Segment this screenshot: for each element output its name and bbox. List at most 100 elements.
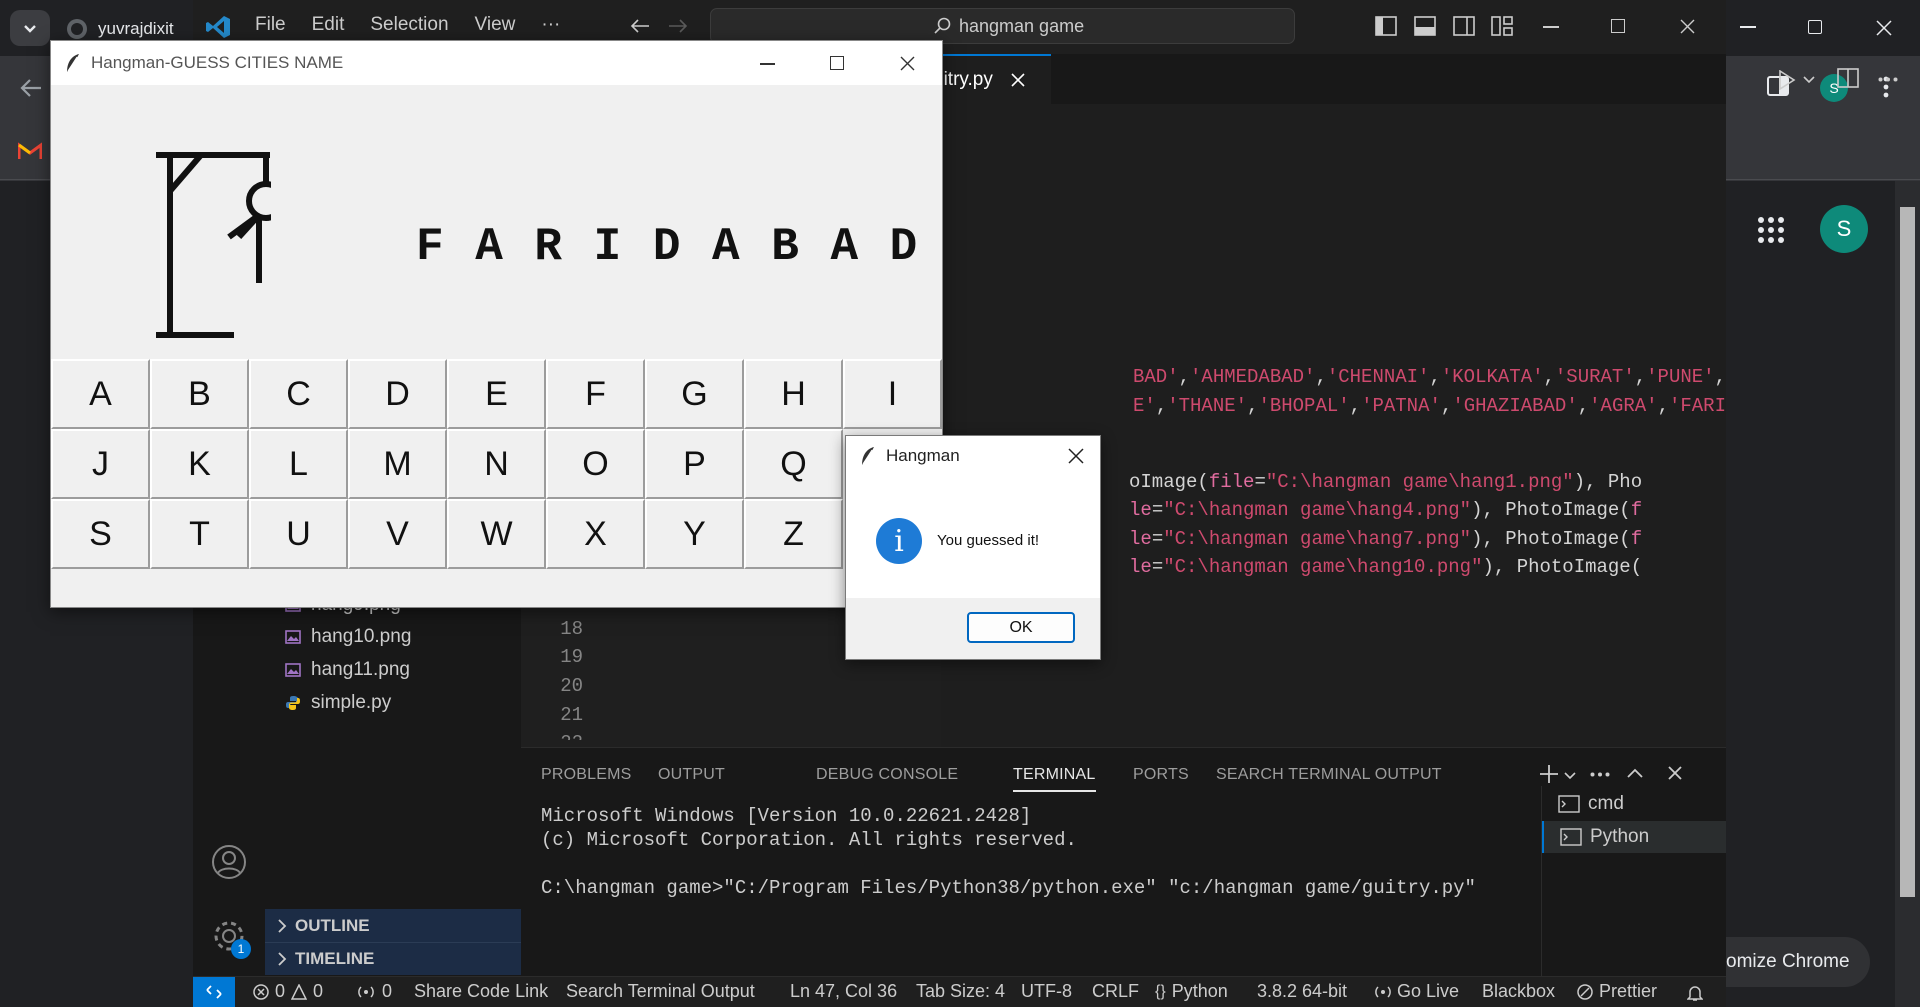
toggle-secondary-sidebar-icon[interactable] bbox=[1453, 16, 1475, 36]
gmail-icon[interactable] bbox=[18, 142, 42, 160]
profile-avatar-large[interactable]: S bbox=[1820, 205, 1868, 253]
ports-status[interactable]: 0 bbox=[356, 981, 392, 1002]
letter-key-k[interactable]: K bbox=[150, 429, 249, 499]
command-center-search[interactable]: hangman game bbox=[710, 8, 1295, 44]
dialog-close-icon[interactable] bbox=[1068, 448, 1084, 464]
menu-file[interactable]: File bbox=[255, 14, 286, 36]
python-interpreter[interactable]: 3.8.2 64-bit bbox=[1257, 981, 1347, 1002]
letter-key-z[interactable]: Z bbox=[744, 499, 843, 569]
vscode-close-icon[interactable] bbox=[1680, 19, 1695, 34]
chrome-restore-button[interactable] bbox=[1808, 20, 1822, 34]
code-token: le bbox=[1129, 499, 1152, 521]
letter-key-u[interactable]: U bbox=[249, 499, 348, 569]
file-item[interactable]: hang10.png bbox=[285, 626, 411, 648]
new-terminal-icon[interactable] bbox=[1539, 764, 1559, 784]
toggle-panel-icon[interactable] bbox=[1414, 16, 1436, 36]
page-scrollbar[interactable] bbox=[1895, 181, 1920, 1007]
language-mode[interactable]: {} Python bbox=[1155, 981, 1228, 1002]
chrome-minimize-button[interactable] bbox=[1740, 26, 1756, 28]
editor-more-icon[interactable] bbox=[1878, 77, 1898, 82]
notifications-bell-icon[interactable] bbox=[1687, 984, 1703, 1002]
panel-tab-search-terminal-output[interactable]: SEARCH TERMINAL OUTPUT bbox=[1216, 766, 1442, 784]
file-item[interactable]: hang11.png bbox=[285, 659, 410, 681]
terminal-dropdown-icon[interactable] bbox=[1564, 772, 1576, 780]
outline-section[interactable]: OUTLINE bbox=[265, 909, 521, 942]
nav-back-icon[interactable] bbox=[630, 18, 650, 34]
customize-layout-icon[interactable] bbox=[1491, 16, 1513, 36]
panel-tab-output[interactable]: OUTPUT bbox=[658, 766, 725, 784]
letter-key-w[interactable]: W bbox=[447, 499, 546, 569]
letter-key-y[interactable]: Y bbox=[645, 499, 744, 569]
letter-key-j[interactable]: J bbox=[51, 429, 150, 499]
chrome-close-icon[interactable] bbox=[1876, 20, 1892, 36]
cursor-position[interactable]: Ln 47, Col 36 bbox=[790, 981, 897, 1002]
menu-view[interactable]: View bbox=[475, 14, 516, 36]
toggle-primary-sidebar-icon[interactable] bbox=[1375, 16, 1397, 36]
terminal-item[interactable]: cmd bbox=[1542, 788, 1726, 820]
timeline-section[interactable]: TIMELINE bbox=[265, 942, 521, 975]
menu-edit[interactable]: Edit bbox=[312, 14, 345, 36]
letter-key-f[interactable]: F bbox=[546, 359, 645, 429]
tab-size[interactable]: Tab Size: 4 bbox=[916, 981, 1005, 1002]
close-panel-icon[interactable] bbox=[1668, 766, 1682, 780]
letter-key-h[interactable]: H bbox=[744, 359, 843, 429]
menu-more[interactable]: ··· bbox=[541, 14, 560, 36]
problems-status[interactable]: 0 0 bbox=[253, 981, 323, 1002]
terminal-item[interactable]: Python bbox=[1542, 821, 1726, 853]
letter-key-i[interactable]: I bbox=[843, 359, 942, 429]
ok-button[interactable]: OK bbox=[967, 612, 1075, 643]
encoding[interactable]: UTF-8 bbox=[1021, 981, 1072, 1002]
share-code-link[interactable]: Share Code Link bbox=[414, 981, 548, 1002]
accounts-icon[interactable] bbox=[211, 844, 247, 880]
letter-key-n[interactable]: N bbox=[447, 429, 546, 499]
panel-tab-ports[interactable]: PORTS bbox=[1133, 766, 1189, 784]
terminal-name: Python bbox=[1590, 826, 1650, 847]
panel-more-icon[interactable] bbox=[1590, 772, 1610, 777]
letter-key-c[interactable]: C bbox=[249, 359, 348, 429]
tab-search-button[interactable] bbox=[10, 10, 50, 46]
letter-key-s[interactable]: S bbox=[51, 499, 150, 569]
terminal-icon bbox=[1558, 795, 1580, 813]
eol[interactable]: CRLF bbox=[1092, 981, 1139, 1002]
editor-tab-active[interactable]: uitry.py bbox=[933, 54, 1051, 104]
close-tab-icon[interactable] bbox=[1011, 73, 1025, 87]
file-item[interactable]: simple.py bbox=[285, 692, 391, 714]
panel-tab-problems[interactable]: PROBLEMS bbox=[541, 766, 632, 784]
apps-grid-icon[interactable] bbox=[1758, 217, 1784, 243]
hangman-close-icon[interactable] bbox=[900, 56, 915, 71]
letter-key-a[interactable]: A bbox=[51, 359, 150, 429]
back-arrow-icon[interactable] bbox=[20, 78, 42, 98]
letter-key-p[interactable]: P bbox=[645, 429, 744, 499]
maximize-panel-icon[interactable] bbox=[1627, 768, 1643, 778]
letter-key-t[interactable]: T bbox=[150, 499, 249, 569]
menu-selection[interactable]: Selection bbox=[370, 14, 448, 36]
letter-key-d[interactable]: D bbox=[348, 359, 447, 429]
vscode-minimize-button[interactable] bbox=[1543, 26, 1559, 28]
letter-key-g[interactable]: G bbox=[645, 359, 744, 429]
panel-tab-debug-console[interactable]: DEBUG CONSOLE bbox=[816, 766, 958, 784]
split-editor-icon[interactable] bbox=[1837, 68, 1859, 88]
letter-key-v[interactable]: V bbox=[348, 499, 447, 569]
letter-key-m[interactable]: M bbox=[348, 429, 447, 499]
letter-key-b[interactable]: B bbox=[150, 359, 249, 429]
code-token: , bbox=[1714, 366, 1726, 388]
letter-key-e[interactable]: E bbox=[447, 359, 546, 429]
go-live[interactable]: Go Live bbox=[1375, 981, 1459, 1002]
hangman-minimize-button[interactable] bbox=[760, 63, 775, 65]
letter-key-q[interactable]: Q bbox=[744, 429, 843, 499]
terminal-output[interactable]: Microsoft Windows [Version 10.0.22621.24… bbox=[541, 804, 1476, 900]
run-python-icon[interactable] bbox=[1778, 70, 1796, 90]
letter-key-x[interactable]: X bbox=[546, 499, 645, 569]
blackbox[interactable]: Blackbox bbox=[1482, 981, 1555, 1002]
vscode-maximize-button[interactable] bbox=[1611, 19, 1625, 33]
run-dropdown-icon[interactable] bbox=[1803, 76, 1815, 84]
letter-key-o[interactable]: O bbox=[546, 429, 645, 499]
remote-indicator[interactable] bbox=[193, 977, 235, 1007]
nav-forward-icon[interactable] bbox=[668, 18, 688, 34]
hangman-maximize-button[interactable] bbox=[830, 56, 844, 70]
prettier[interactable]: Prettier bbox=[1577, 981, 1657, 1002]
letter-key-l[interactable]: L bbox=[249, 429, 348, 499]
panel-tab-terminal[interactable]: TERMINAL bbox=[1013, 766, 1096, 792]
search-terminal-output[interactable]: Search Terminal Output bbox=[566, 981, 755, 1002]
